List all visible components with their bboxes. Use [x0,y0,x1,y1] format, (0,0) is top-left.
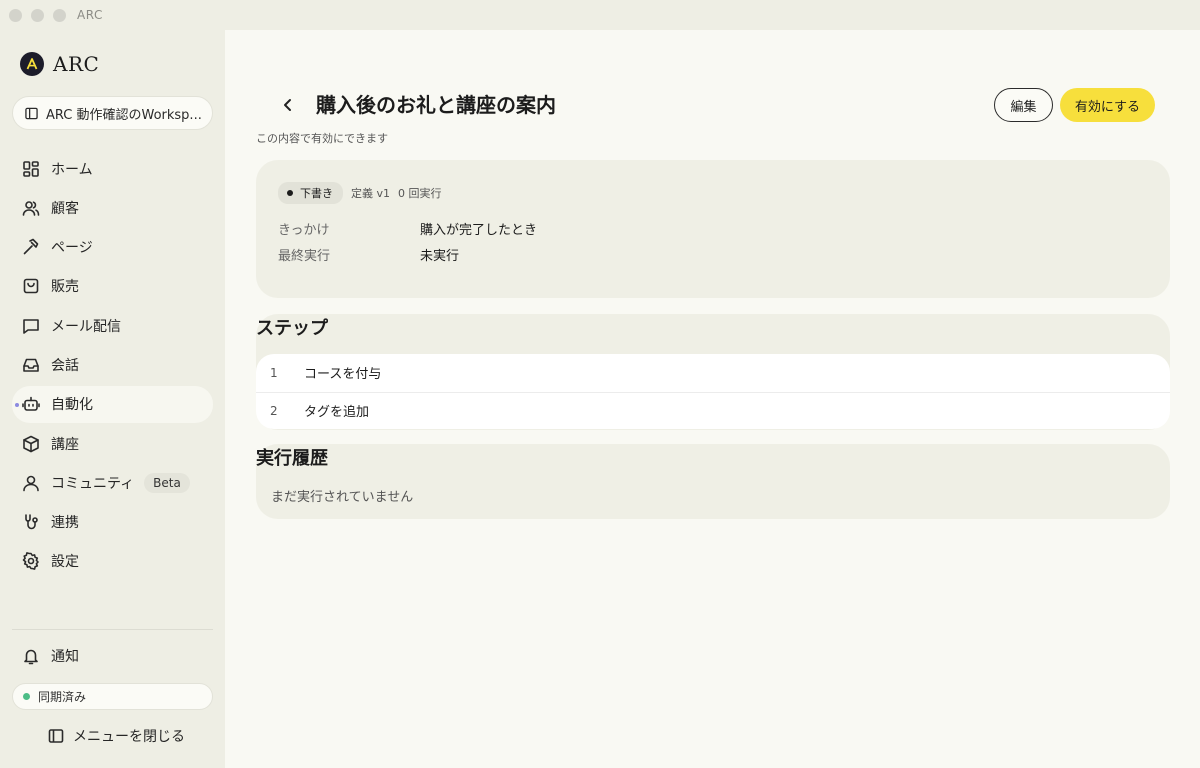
gear-icon [22,552,39,571]
sync-status: 同期済み [12,683,213,710]
sidebar-item-home[interactable]: ホーム [12,150,213,187]
cube-icon [23,435,39,452]
trigger-row: きっかけ 購入が完了したとき [278,219,537,238]
sync-status-label: 同期済み [38,690,87,704]
chevron-left-icon [284,99,291,111]
logo[interactable]: ARC [20,52,99,76]
sidebar-item-label: コミュニティ [51,475,135,492]
active-indicator [15,402,19,407]
version-label: 定義 v1 [351,187,391,200]
back-button[interactable] [276,91,300,119]
step-label: タグを追加 [304,405,370,421]
hammer-icon [23,238,39,255]
sidebar-item-settings[interactable]: 設定 [12,543,213,580]
sidebar-item-courses[interactable]: 講座 [12,425,213,462]
workspace-name: ARC 動作確認のWorksp... [46,107,202,123]
sidebar-item-pages[interactable]: ページ [12,229,213,266]
sync-status-dot [23,693,30,700]
last-run-row: 最終実行 未実行 [278,245,459,264]
history-title: 実行履歴 [256,448,328,469]
page-subtitle: この内容で有効にできます [256,132,388,145]
trigger-label: きっかけ [278,223,330,238]
users-icon [22,200,40,216]
sidebar-item-label: 会話 [51,357,79,374]
bag-icon [23,279,39,294]
sidebar-divider [12,629,213,630]
sidebar-item-label: ページ [51,240,93,257]
edit-button[interactable]: 編集 [994,88,1053,122]
sidebar-panel-icon [48,729,64,743]
history-empty-message: まだ実行されていません [271,490,414,505]
sidebar-item-label: 顧客 [51,200,79,217]
user-icon [23,475,39,492]
sidebar-item-integrations[interactable]: 連携 [12,504,213,541]
step-number: 2 [270,403,278,418]
page-title: 購入後のお礼と講座の案内 [316,93,556,117]
list-item[interactable]: 2 タグを追加 [256,391,1170,430]
step-label: コースを付与 [304,367,382,383]
history-card [256,444,1170,519]
zoom-window-button[interactable] [53,8,66,22]
sidebar-item-automation[interactable]: 自動化 [12,385,213,423]
status-label: 下書き [300,187,333,200]
sidebar-item-customers[interactable]: 顧客 [12,189,213,226]
steps-title: ステップ [256,318,328,339]
sidebar-nav: ホーム 顧客 ページ 販売 メール配信 会話 自動化 講座 コミュニティ Bet… [12,150,213,582]
link-icon [25,514,38,530]
sidebar-item-label: 自動化 [51,397,93,414]
meta-row: 下書き 定義 v1 0 回実行 [278,182,442,204]
beta-badge: Beta [144,472,190,493]
automation-info-card: 下書き 定義 v1 0 回実行 きっかけ 購入が完了したとき 最終実行 未実行 [256,160,1170,298]
workspace-switcher[interactable]: ARC 動作確認のWorksp... [12,96,213,130]
status-badge: 下書き [278,182,343,204]
arc-logo-icon [20,52,44,76]
sidebar-item-label: メール配信 [51,318,121,335]
sidebar-item-label: 講座 [51,436,79,453]
steps-list: 1 コースを付与 2 タグを追加 [256,354,1170,429]
last-run-label: 最終実行 [278,249,331,264]
logo-text: ARC [53,52,100,76]
inbox-icon [23,358,39,372]
sidebar-item-conversations[interactable]: 会話 [12,346,213,383]
minimize-window-button[interactable] [31,8,44,22]
message-icon [23,318,39,334]
last-run-value: 未実行 [420,249,460,264]
window-title: ARC [77,8,103,22]
step-number: 1 [270,365,278,380]
sidebar-item-label: ホーム [51,161,93,178]
collapse-menu-button[interactable]: メニューを閉じる [48,722,185,750]
sidebar-item-email[interactable]: メール配信 [12,307,213,344]
bell-icon [24,649,38,665]
list-item[interactable]: 1 コースを付与 [256,354,1170,392]
notifications-button[interactable]: 通知 [22,640,79,672]
grid-icon [23,160,39,177]
sidebar: ARC ARC 動作確認のWorksp... ホーム 顧客 ページ 販売 メール… [0,30,225,768]
status-dot [287,190,293,196]
sidebar-item-community[interactable]: コミュニティ Beta [12,464,213,501]
robot-icon [22,396,40,412]
trigger-value: 購入が完了したとき [420,223,538,238]
run-count-label: 0 回実行 [398,187,442,200]
collapse-menu-label: メニューを閉じる [73,729,185,745]
sidebar-panel-icon [25,107,38,119]
sidebar-item-label: 販売 [51,279,79,296]
close-window-button[interactable] [9,8,22,22]
title-bar: ARC [0,0,1200,30]
sidebar-item-label: 連携 [51,515,79,532]
sidebar-item-label: 設定 [51,554,79,571]
notifications-label: 通知 [51,649,79,665]
sidebar-item-sales[interactable]: 販売 [12,268,213,305]
enable-button[interactable]: 有効にする [1060,88,1155,122]
